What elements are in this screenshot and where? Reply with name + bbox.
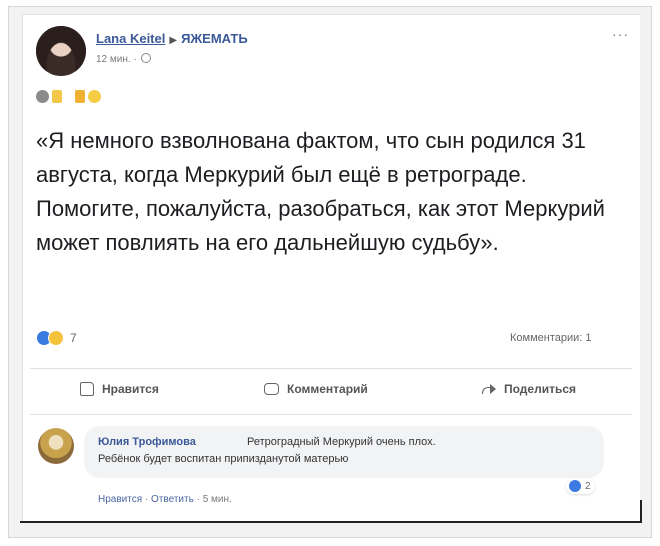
post-meta: 12 мин. · xyxy=(96,53,151,65)
post-timestamp[interactable]: 12 мин. · xyxy=(96,54,137,65)
speech-bubble-icon xyxy=(264,383,279,395)
share-button[interactable]: Поделиться xyxy=(482,382,576,396)
divider xyxy=(30,414,632,415)
comment-reaction-count: 2 xyxy=(585,480,591,492)
group-name-link[interactable]: ЯЖЕМАТЬ xyxy=(181,31,248,46)
comment-actions: Нравится · Ответить · 5 мин. xyxy=(98,494,232,505)
hand-emoji-icon xyxy=(52,90,62,104)
author-name-link[interactable]: Lana Keitel xyxy=(96,31,165,46)
haha-reaction-icon xyxy=(48,330,64,346)
author-avatar[interactable] xyxy=(36,26,86,76)
dark-face-emoji-icon xyxy=(36,90,49,104)
reactions-summary[interactable]: 7 xyxy=(36,330,77,346)
comment-button[interactable]: Комментарий xyxy=(264,382,368,396)
post-header: Lana Keitel ▶ ЯЖЕМАТЬ xyxy=(96,31,248,46)
like-reaction-icon xyxy=(568,479,582,493)
hand-emoji-icon xyxy=(75,90,85,104)
like-label: Нравится xyxy=(102,382,159,396)
thumbs-up-icon xyxy=(80,382,94,396)
commenter-avatar[interactable] xyxy=(38,428,74,464)
divider xyxy=(30,368,632,369)
comment-reply-link[interactable]: Ответить xyxy=(151,494,194,505)
globe-icon xyxy=(140,53,151,63)
comment-text-line1: Ретроградный Меркурий очень плох. xyxy=(247,436,436,448)
comment-timestamp[interactable]: 5 мин. xyxy=(203,494,232,505)
separator: · xyxy=(196,494,200,505)
post-menu-button[interactable]: ··· xyxy=(612,26,629,42)
frame-bottom-border xyxy=(20,521,642,523)
comment-text-line2: Ребёнок будет воспитан припизданутой мат… xyxy=(98,453,349,465)
post-action-bar: Нравится Комментарий Поделиться xyxy=(30,372,632,408)
frame-right-border xyxy=(640,500,642,523)
comment-like-link[interactable]: Нравится xyxy=(98,494,142,505)
reaction-count: 7 xyxy=(70,331,77,345)
post-text: «Я немного взволнована фактом, что сын р… xyxy=(36,128,605,255)
arrow-right-icon: ▶ xyxy=(169,35,178,46)
emoji-row xyxy=(36,88,104,104)
comment-label: Комментарий xyxy=(287,382,368,396)
like-button[interactable]: Нравится xyxy=(80,382,159,396)
commenter-name-link[interactable]: Юлия Трофимова xyxy=(98,436,196,448)
comments-count-link[interactable]: Комментарии: 1 xyxy=(510,332,592,344)
separator: · xyxy=(144,494,149,505)
share-label: Поделиться xyxy=(504,382,577,396)
smiley-emoji-icon xyxy=(88,90,101,104)
comment-bubble xyxy=(84,426,604,478)
comment-reactions[interactable]: 2 xyxy=(566,478,595,494)
share-arrow-icon xyxy=(482,383,496,395)
